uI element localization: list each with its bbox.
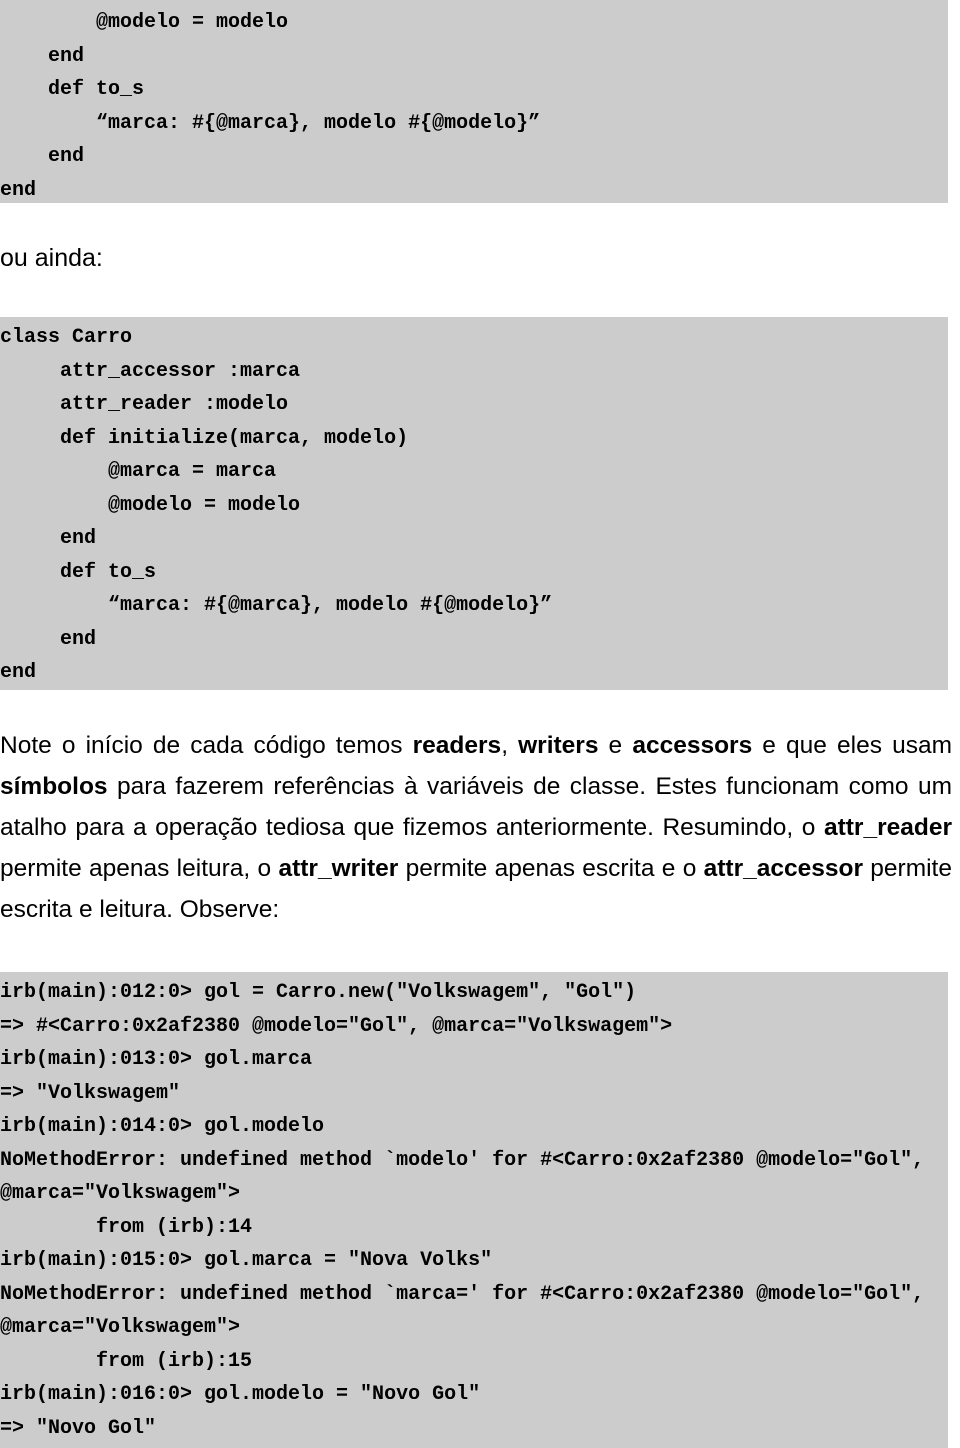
document-page: @modelo = modelo end def to_s “marca: #{… bbox=[0, 0, 960, 1448]
code-line: irb(main):012:0> gol = Carro.new("Volksw… bbox=[0, 981, 637, 1004]
code-line: end bbox=[0, 527, 97, 550]
code-line: from (irb):15 bbox=[0, 1349, 253, 1373]
code-line: from (irb):14 bbox=[0, 1215, 253, 1239]
paragraph-text: e bbox=[598, 732, 633, 759]
paragraph-text: e que eles usam bbox=[752, 732, 952, 759]
code-block-ruby-snippet-top: @modelo = modelo end def to_s “marca: #{… bbox=[0, 0, 948, 203]
code-line: irb(main):014:0> gol.modelo bbox=[0, 1115, 325, 1138]
ou-ainda-text: ou ainda: bbox=[0, 244, 103, 272]
code-line: @marca = marca bbox=[0, 460, 277, 483]
code-line: end bbox=[0, 145, 85, 168]
code-line: def to_s bbox=[0, 78, 145, 101]
code-line: end bbox=[0, 661, 37, 684]
code-line: def initialize(marca, modelo) bbox=[0, 426, 409, 450]
code-line: => #<Carro:0x2af2380 @modelo="Gol", @mar… bbox=[0, 1014, 673, 1038]
code-line: @modelo = modelo bbox=[0, 493, 301, 517]
emphasized-term: accessors bbox=[632, 732, 753, 759]
code-line: @marca="Volkswagem"> bbox=[0, 1182, 241, 1205]
code-line: NoMethodError: undefined method `marca='… bbox=[0, 1282, 925, 1306]
code-line: irb(main):015:0> gol.marca = "Nova Volks… bbox=[0, 1249, 493, 1272]
code-line: class Carro bbox=[0, 326, 133, 349]
code-line: attr_reader :modelo bbox=[0, 393, 289, 416]
code-line: “marca: #{@marca}, modelo #{@modelo}” bbox=[0, 111, 541, 135]
code-line: => "Novo Gol" bbox=[0, 1416, 157, 1440]
code-line: NoMethodError: undefined method `modelo'… bbox=[0, 1148, 925, 1172]
paragraph-text: permite apenas leitura, o bbox=[0, 855, 279, 882]
code-line: @marca="Volkswagem"> bbox=[0, 1316, 241, 1339]
code-line: irb(main):013:0> gol.marca bbox=[0, 1048, 313, 1071]
code-line: def to_s bbox=[0, 560, 157, 584]
emphasized-term: readers bbox=[412, 732, 502, 759]
emphasized-term: attr_accessor bbox=[703, 855, 863, 882]
code-block-ruby-class-carro: class Carro attr_accessor :marca attr_re… bbox=[0, 317, 948, 690]
emphasized-term: símbolos bbox=[0, 773, 108, 800]
explanation-paragraph: Note o início de cada código temos reade… bbox=[0, 725, 952, 930]
emphasized-term: attr_writer bbox=[278, 855, 399, 882]
code-line: irb(main):016:0> gol.modelo = "Novo Gol" bbox=[0, 1383, 481, 1406]
paragraph-text: , bbox=[501, 732, 519, 759]
code-line: “marca: #{@marca}, modelo #{@modelo}” bbox=[0, 594, 553, 617]
code-line: @modelo = modelo bbox=[0, 11, 289, 34]
paragraph-text: Note o início de cada código temos bbox=[0, 732, 413, 759]
code-block-irb-console: irb(main):012:0> gol = Carro.new("Volksw… bbox=[0, 972, 948, 1448]
code-line: end bbox=[0, 178, 37, 202]
code-line: => "Volkswagem" bbox=[0, 1081, 181, 1105]
paragraph-text: para fazerem referências à variáveis de … bbox=[0, 773, 952, 841]
emphasized-term: attr_reader bbox=[823, 814, 952, 841]
emphasized-term: writers bbox=[518, 732, 599, 759]
paragraph-text: permite apenas escrita e o bbox=[398, 855, 704, 882]
code-line: attr_accessor :marca bbox=[0, 359, 301, 383]
code-line: end bbox=[0, 627, 97, 651]
code-line: end bbox=[0, 44, 85, 68]
